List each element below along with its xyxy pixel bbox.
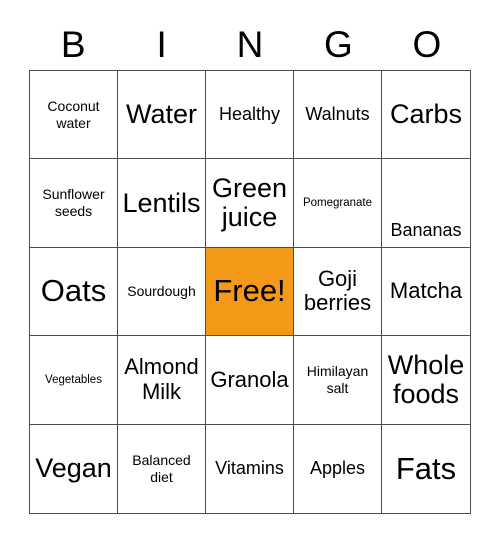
- bingo-header-letter-o: O: [412, 23, 442, 65]
- bingo-cell-label: Oats: [40, 273, 107, 309]
- bingo-cell-label: Walnuts: [305, 104, 370, 125]
- bingo-cell[interactable]: Fats: [382, 425, 470, 513]
- bingo-cell[interactable]: Bananas: [382, 159, 470, 248]
- bingo-cell[interactable]: Almond Milk: [118, 336, 206, 425]
- bingo-header-letter-i: I: [156, 23, 167, 65]
- bingo-cell[interactable]: Walnuts: [294, 71, 382, 160]
- bingo-cell[interactable]: Matcha: [382, 248, 470, 337]
- bingo-cell-label: Goji berries: [303, 265, 372, 316]
- bingo-cell-label: Pomegranate: [302, 196, 373, 209]
- bingo-cell[interactable]: Sourdough: [118, 247, 206, 337]
- bingo-card: B I N G O Coconut water Water Healthy Walnuts Ca…: [0, 0, 500, 544]
- bingo-cell-label: Water: [125, 99, 197, 130]
- bingo-header-letter-b: B: [60, 23, 86, 65]
- bingo-grid: Coconut water Water Healthy Walnuts Carbs Sun…: [29, 70, 471, 514]
- bingo-cell[interactable]: Himilayan salt: [294, 336, 382, 425]
- bingo-cell-label: Lentils: [122, 187, 201, 218]
- bingo-cell-label: Bananas: [390, 220, 462, 241]
- bingo-cell-label: Vegetables: [45, 373, 102, 386]
- bingo-header-letter-g: G: [324, 23, 353, 65]
- bingo-cell[interactable]: Vegetables: [30, 336, 118, 425]
- bingo-cell-label: Balanced diet: [132, 451, 191, 485]
- bingo-cell-free-space[interactable]: Free!: [206, 247, 294, 337]
- bingo-cell[interactable]: Healthy: [206, 71, 294, 160]
- bingo-cell-label: Vegan: [35, 453, 112, 484]
- bingo-cell-label: Coconut water: [47, 97, 100, 131]
- bingo-header-row: BINGO: [29, 18, 471, 70]
- bingo-cell-label: Granola: [210, 366, 289, 392]
- bingo-cell[interactable]: Vegan: [30, 424, 118, 513]
- bingo-cell[interactable]: Pomegranate: [294, 159, 382, 248]
- bingo-cell[interactable]: Green juice: [206, 159, 294, 248]
- bingo-cell[interactable]: Lentils: [118, 159, 206, 248]
- bingo-cell-label: Almond Milk: [124, 354, 199, 404]
- bingo-cell[interactable]: Oats: [30, 247, 118, 337]
- bingo-cell-label: Matcha: [389, 278, 463, 304]
- bingo-cell[interactable]: Granola: [206, 336, 294, 425]
- bingo-cell[interactable]: Vitamins: [206, 424, 294, 513]
- bingo-cell-label: Sunflower seeds: [42, 186, 105, 220]
- bingo-cell-label: Healthy: [218, 104, 281, 125]
- bingo-cell[interactable]: Whole foods: [382, 336, 470, 425]
- bingo-cell-label: Apples: [309, 458, 366, 479]
- bingo-cell-label: Himilayan salt: [306, 362, 369, 396]
- bingo-cell-label: Free!: [213, 273, 286, 309]
- bingo-cell-label: Vitamins: [215, 458, 284, 479]
- bingo-cell[interactable]: Goji berries: [294, 247, 382, 337]
- bingo-cell[interactable]: Apples: [294, 424, 382, 513]
- bingo-cell-label: Sourdough: [127, 282, 196, 299]
- bingo-cell[interactable]: Sunflower seeds: [30, 159, 118, 248]
- bingo-header-letter-n: N: [236, 23, 264, 65]
- bingo-cell-label: Green juice: [211, 173, 288, 233]
- bingo-cell[interactable]: Balanced diet: [118, 424, 206, 513]
- bingo-cell[interactable]: Carbs: [382, 71, 470, 160]
- bingo-cell[interactable]: Water: [118, 71, 206, 160]
- bingo-cell-label: Fats: [395, 450, 457, 486]
- bingo-cell[interactable]: Coconut water: [30, 71, 118, 160]
- bingo-cell-label: Whole foods: [387, 350, 465, 409]
- bingo-cell-label: Carbs: [389, 99, 463, 130]
